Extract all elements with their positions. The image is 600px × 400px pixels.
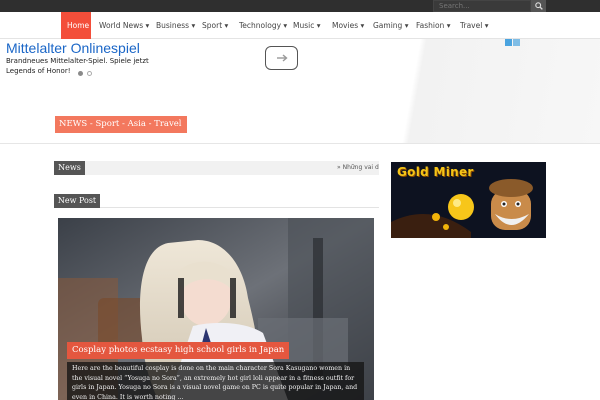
featured-post-excerpt: Here are the beautiful cosplay is done o… bbox=[67, 362, 364, 400]
chevron-down-icon: ▾ bbox=[224, 21, 229, 30]
nav-label: Travel bbox=[460, 21, 483, 30]
chevron-down-icon: ▾ bbox=[283, 21, 288, 30]
news-ticker: News » Những vai d bbox=[54, 161, 379, 175]
nav-technology[interactable]: Technology ▾ bbox=[239, 12, 287, 39]
nav-label: World News bbox=[99, 21, 144, 30]
nav-label: Movies bbox=[332, 21, 359, 30]
nav-music[interactable]: Music ▾ bbox=[293, 12, 321, 39]
search-icon bbox=[534, 2, 543, 10]
section-title: New Post bbox=[54, 194, 100, 208]
search-input[interactable] bbox=[433, 0, 531, 12]
header-ad-title[interactable]: Mittelalter Onlinespiel bbox=[6, 40, 140, 56]
chevron-down-icon: ▾ bbox=[360, 21, 365, 30]
chevron-down-icon: ▾ bbox=[404, 21, 409, 30]
adchoices-icon[interactable] bbox=[505, 39, 512, 46]
arrow-right-icon bbox=[276, 54, 288, 62]
ticker-label: News bbox=[54, 161, 85, 175]
chevron-down-icon: ▾ bbox=[316, 21, 321, 30]
nav-label: Technology bbox=[239, 21, 282, 30]
featured-post-title[interactable]: Cosplay photos ecstasy high school girls… bbox=[67, 342, 290, 359]
chevron-down-icon: ▾ bbox=[145, 21, 150, 30]
nav-label: Business bbox=[156, 21, 190, 30]
section-divider bbox=[100, 207, 379, 208]
search-button[interactable] bbox=[531, 0, 546, 12]
nav-gaming[interactable]: Gaming ▾ bbox=[373, 12, 408, 39]
sidebar-ad[interactable]: Gold Miner bbox=[391, 162, 546, 238]
header-divider bbox=[0, 143, 600, 144]
ticker-headline[interactable]: » Những vai d bbox=[337, 161, 379, 175]
nav-label: Music bbox=[293, 21, 315, 30]
header-ad-next-button[interactable] bbox=[265, 46, 298, 70]
nav-fashion[interactable]: Fashion ▾ bbox=[416, 12, 450, 39]
carousel-dot-active[interactable] bbox=[78, 71, 83, 76]
nav-label: Sport bbox=[202, 21, 223, 30]
carousel-dot[interactable] bbox=[87, 71, 92, 76]
chevron-down-icon: ▾ bbox=[446, 21, 451, 30]
main-nav: Home World News ▾ Business ▾ Sport ▾ Tec… bbox=[0, 12, 600, 39]
chevron-down-icon: ▾ bbox=[191, 21, 196, 30]
nav-movies[interactable]: Movies ▾ bbox=[332, 12, 364, 39]
nav-sport[interactable]: Sport ▾ bbox=[202, 12, 228, 39]
ad-close-icon[interactable] bbox=[513, 39, 520, 46]
nav-home[interactable]: Home bbox=[61, 12, 91, 39]
nav-label: Fashion bbox=[416, 21, 445, 30]
nav-label: Gaming bbox=[373, 21, 403, 30]
site-tagline: NEWS - Sport - Asia - Travel bbox=[55, 116, 187, 133]
nav-world-news[interactable]: World News ▾ bbox=[99, 12, 149, 39]
nav-travel[interactable]: Travel ▾ bbox=[460, 12, 488, 39]
sidebar-ad-title: Gold Miner bbox=[397, 165, 474, 179]
nav-business[interactable]: Business ▾ bbox=[156, 12, 195, 39]
chevron-down-icon: ▾ bbox=[484, 21, 489, 30]
nav-label: Home bbox=[67, 21, 90, 30]
